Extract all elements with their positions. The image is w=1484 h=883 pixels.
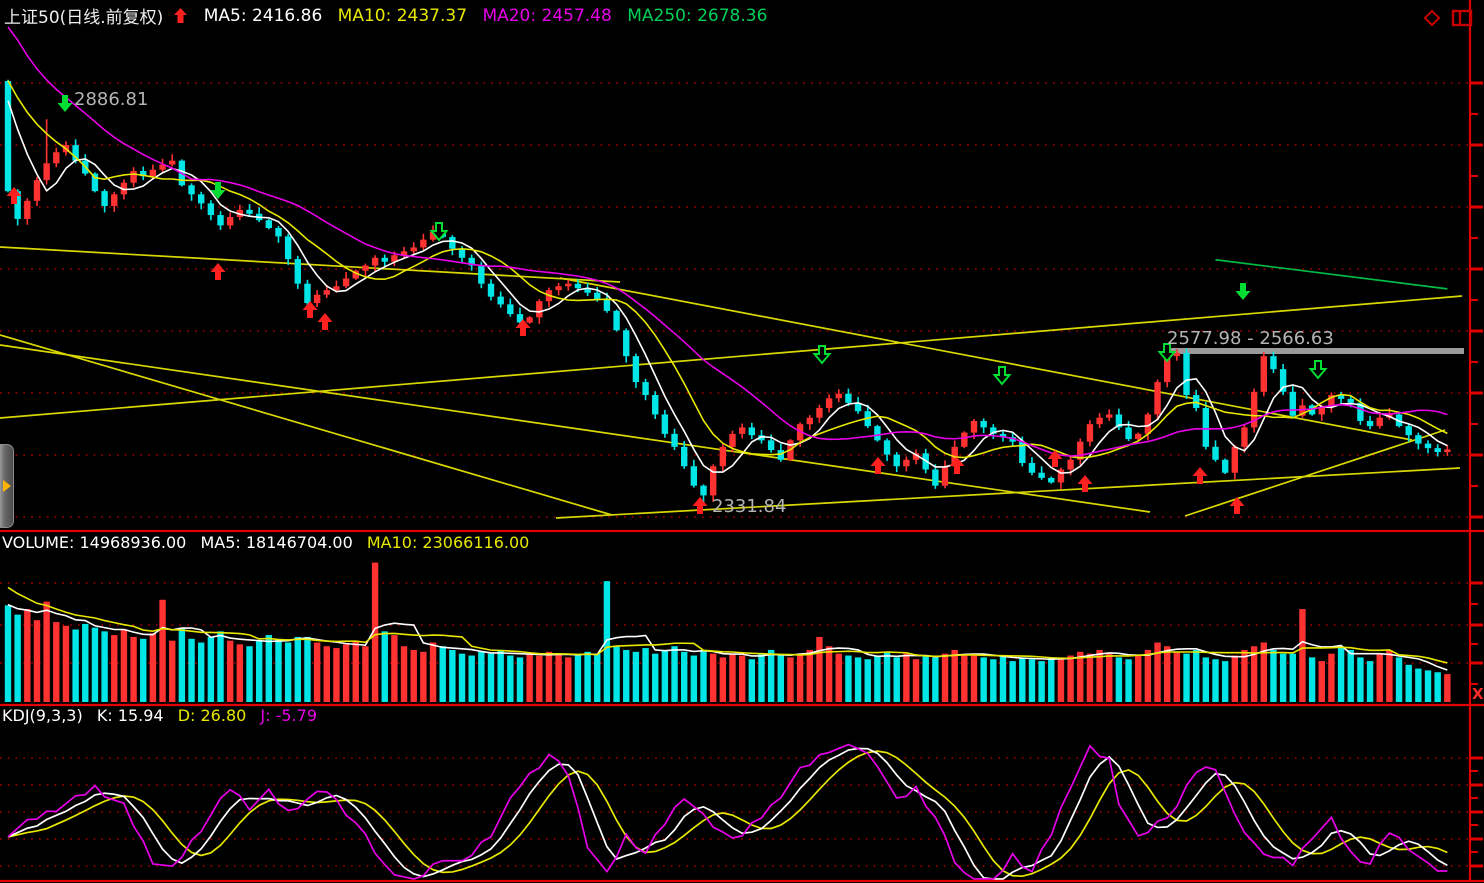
volume-pane-close-button[interactable]: X xyxy=(1472,686,1484,702)
ma10-readout: MA10: 2437.37 xyxy=(338,6,467,26)
annotation-peak-price: 2886.81 xyxy=(74,89,148,110)
red-up-arrow-icon xyxy=(173,6,188,26)
expand-right-arrow-icon xyxy=(3,480,11,492)
instrument-title: 上证50(日线.前复权) xyxy=(4,8,163,28)
volume-readout: VOLUME: 14968936.00 xyxy=(2,533,186,552)
kdj-d-readout: D: 26.80 xyxy=(178,706,247,725)
left-panel-expand-tab[interactable] xyxy=(0,444,14,528)
volume-ma5-readout: MA5: 18146704.00 xyxy=(200,533,352,552)
diamond-icon[interactable] xyxy=(1421,8,1442,32)
kdj-pane-header: KDJ(9,3,3) K: 15.94 D: 26.80 J: -5.79 xyxy=(2,706,326,725)
volume-ma10-readout: MA10: 23066116.00 xyxy=(367,533,529,552)
split-window-icon[interactable] xyxy=(1451,8,1474,32)
window-controls xyxy=(1417,8,1474,32)
kdj-j-readout: J: -5.79 xyxy=(260,706,317,725)
kdj-k-readout: K: 15.94 xyxy=(97,706,164,725)
annotation-trough-price: 2331.84 xyxy=(712,496,786,517)
kdj-indicator-label: KDJ(9,3,3) xyxy=(2,706,83,725)
main-chart-header: 上证50(日线.前复权) MA5: 2416.86 MA10: 2437.37 … xyxy=(4,3,777,28)
ma250-readout: MA250: 2678.36 xyxy=(627,6,767,26)
chart-canvas[interactable] xyxy=(0,0,1484,883)
ma20-readout: MA20: 2457.48 xyxy=(482,6,611,26)
annotation-range-price: 2577.98 - 2566.63 xyxy=(1167,328,1334,349)
volume-pane-header: VOLUME: 14968936.00 MA5: 18146704.00 MA1… xyxy=(2,533,538,552)
ma5-readout: MA5: 2416.86 xyxy=(204,6,323,26)
